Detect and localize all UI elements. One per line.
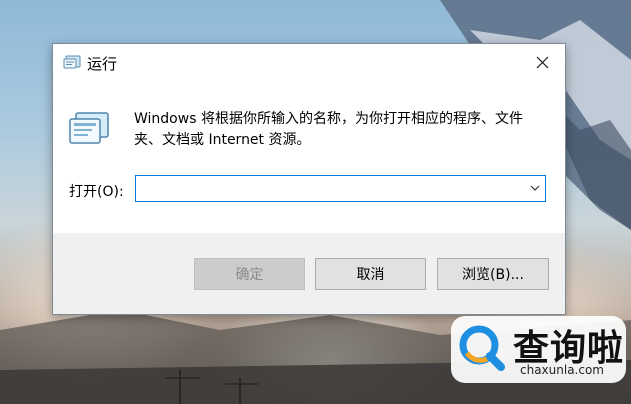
window-title: 运行 bbox=[87, 55, 118, 73]
magnifier-logo-icon bbox=[459, 325, 505, 371]
close-button[interactable] bbox=[519, 44, 565, 80]
run-program-icon bbox=[69, 112, 109, 144]
browse-button[interactable]: 浏览(B)... bbox=[437, 258, 549, 290]
title-bar[interactable]: 运行 bbox=[53, 44, 565, 80]
watermark-brand-en: chaxunla.com bbox=[520, 363, 604, 377]
run-icon bbox=[63, 55, 81, 69]
cancel-button[interactable]: 取消 bbox=[315, 258, 426, 290]
chevron-down-icon[interactable] bbox=[530, 184, 540, 192]
close-icon bbox=[536, 56, 548, 68]
watermark-logo: 查询啦 chaxunla.com bbox=[451, 316, 626, 383]
dialog-description: Windows 将根据你所输入的名称，为你打开相应的程序、文件夹、文档或 Int… bbox=[134, 111, 523, 148]
open-combobox[interactable] bbox=[135, 175, 546, 202]
open-field-label: 打开(O): bbox=[69, 184, 124, 200]
ok-button[interactable]: 确定 bbox=[194, 258, 305, 290]
run-dialog: 运行 Windows 将根据你所输入的名称，为你打开相应的程序、文件夹、文档或 … bbox=[52, 43, 566, 315]
button-panel: 确定 取消 浏览(B)... bbox=[53, 233, 565, 314]
open-input[interactable] bbox=[140, 179, 520, 198]
